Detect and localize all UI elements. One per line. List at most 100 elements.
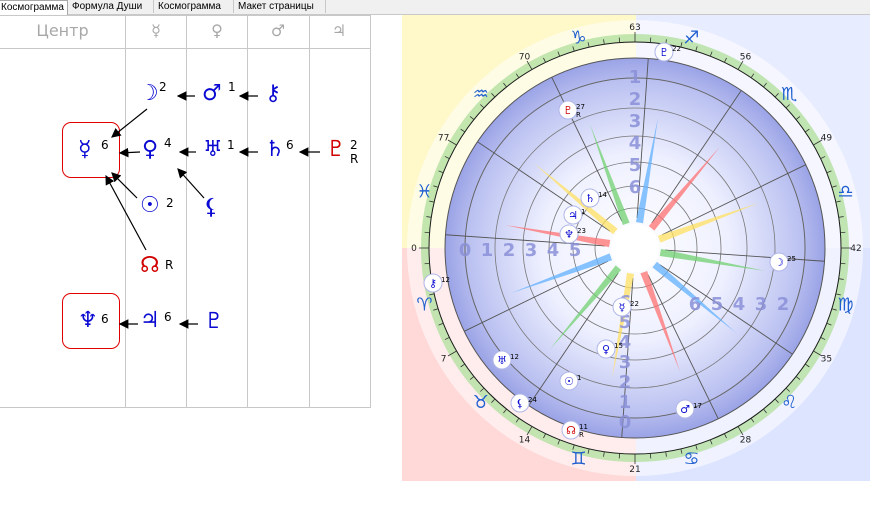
venus-value: 4: [164, 136, 172, 150]
planet-degree: 14: [598, 191, 607, 199]
planet-icon: ♅: [497, 354, 507, 367]
planet-degree: 23: [577, 227, 586, 235]
degree-label: 56: [740, 53, 752, 63]
planet-degree: 22: [630, 300, 639, 308]
tab-soul-formula[interactable]: Формула Души: [68, 0, 154, 13]
planet-icon: ♃: [568, 209, 578, 222]
house-number: 3: [525, 240, 538, 261]
house-number: 1: [619, 392, 632, 413]
neptune-icon: ♆: [78, 308, 98, 333]
degree-label: 35: [821, 355, 832, 365]
moon-value: 2: [159, 80, 167, 94]
uranus-value: 1: [227, 138, 235, 152]
house-number: 3: [619, 352, 632, 373]
house-number: 0: [459, 240, 472, 261]
mars-icon: ♂: [202, 81, 222, 106]
house-number: 2: [619, 372, 632, 393]
arrow: [177, 168, 205, 199]
house-number: 2: [629, 89, 642, 110]
planet-icon: ♇: [659, 46, 669, 59]
zodiac-sign-icon: ♉: [473, 392, 489, 413]
arrow: [118, 147, 141, 158]
jupiter-value: 6: [164, 310, 172, 324]
planet-icon: ☊: [566, 424, 576, 437]
planet-icon: ♇: [563, 104, 573, 117]
zodiac-sign-icon: ♐: [683, 27, 699, 48]
zodiac-sign-icon: ♎: [838, 182, 854, 203]
planet-degree: 1: [581, 208, 585, 216]
house-number: 4: [733, 294, 746, 315]
planet-icon: ♀: [602, 343, 610, 356]
pluto-retrograde-flag: R: [350, 152, 359, 166]
house-number: 6: [629, 177, 642, 198]
zodiac-sign-icon: ♌: [781, 392, 797, 413]
pluto-icon: ♇: [326, 137, 346, 162]
planet-icon: ☿: [619, 301, 626, 314]
degree-label: 70: [519, 53, 531, 63]
planet-degree: 25: [787, 255, 796, 263]
house-number: 2: [777, 294, 790, 315]
degree-label: 77: [438, 134, 449, 144]
tab-bar: Космограмма Формула Души Космограмма Мак…: [0, 0, 870, 15]
pluto-value: 2: [350, 138, 358, 152]
zodiac-sign-icon: ♊: [571, 449, 587, 470]
sun-icon: ☉: [140, 193, 160, 218]
planet-retrograde-flag: R: [576, 111, 581, 119]
natal-chart-wheel[interactable]: 123456012345654326543210 635649423528211…: [402, 15, 870, 481]
neptune-value: 6: [101, 312, 109, 326]
planet-degree: 11: [579, 423, 588, 431]
planet-degree: 15: [614, 342, 623, 350]
degree-label: 28: [740, 435, 752, 445]
planet-degree: 1: [577, 374, 581, 382]
lilith-icon: ⚸: [203, 195, 220, 220]
chiron-icon: ⚷: [265, 81, 282, 106]
chart-center: [611, 224, 659, 272]
degree-label: 14: [519, 435, 531, 445]
formula-grid: Центр ☿ ♀ ♂ ♃ ☽ 2 ♂ 1 ⚷ ☿ 6 ♀ 4 ♅ 1 ♄ 6 …: [0, 15, 371, 408]
degree-label: 0: [411, 244, 417, 254]
sun-value: 2: [166, 196, 174, 210]
planet-degree: 12: [510, 353, 519, 361]
tab-page-layout[interactable]: Макет страницы: [234, 0, 326, 13]
mars-value: 1: [228, 80, 236, 94]
planet-icon: ♂: [680, 403, 690, 416]
degree-label: 7: [441, 355, 447, 365]
mercury-value: 6: [101, 138, 109, 152]
planet-degree: 17: [693, 402, 702, 410]
house-number: 0: [619, 412, 632, 433]
arrows-layer: [105, 91, 320, 329]
zodiac-sign-icon: ♓: [416, 182, 432, 203]
tab-cosmogram-2[interactable]: Космограмма: [154, 0, 234, 13]
zodiac-sign-icon: ♋: [683, 449, 699, 470]
moon-icon: ☽: [139, 81, 159, 106]
zodiac-sign-icon: ♑: [571, 27, 587, 48]
house-number: 6: [689, 294, 702, 315]
planet-icon: ♄: [585, 192, 595, 205]
node-retrograde-flag: R: [165, 258, 174, 272]
planet-degree: 22: [672, 45, 681, 53]
degree-label: 49: [821, 134, 833, 144]
mercury-icon: ☿: [78, 137, 92, 162]
planet-icon: ☉: [564, 375, 574, 388]
zodiac-sign-icon: ♒: [473, 84, 489, 105]
house-number: 3: [629, 111, 642, 132]
lunar-node-icon: ☊: [140, 253, 160, 278]
venus-icon: ♀: [142, 137, 159, 162]
house-number: 4: [629, 133, 642, 154]
saturn-value: 6: [286, 138, 294, 152]
planet-degree: 24: [528, 396, 537, 404]
proserpina-icon: ♇: [204, 309, 224, 334]
planet-icon: ♆: [564, 228, 574, 241]
house-number: 4: [547, 240, 560, 261]
planet-degree: 27: [576, 103, 585, 111]
planet-icon: ⚸: [516, 397, 524, 410]
tab-cosmogram[interactable]: Космограмма: [0, 0, 68, 15]
arrow: [111, 108, 148, 138]
zodiac-sign-icon: ♏: [781, 84, 797, 105]
planet-retrograde-flag: R: [579, 431, 584, 439]
jupiter-icon: ♃: [140, 308, 160, 333]
degree-label: 21: [629, 465, 640, 475]
degree-label: 63: [629, 23, 640, 33]
saturn-icon: ♄: [265, 137, 285, 162]
planet-icon: ☽: [774, 256, 784, 269]
